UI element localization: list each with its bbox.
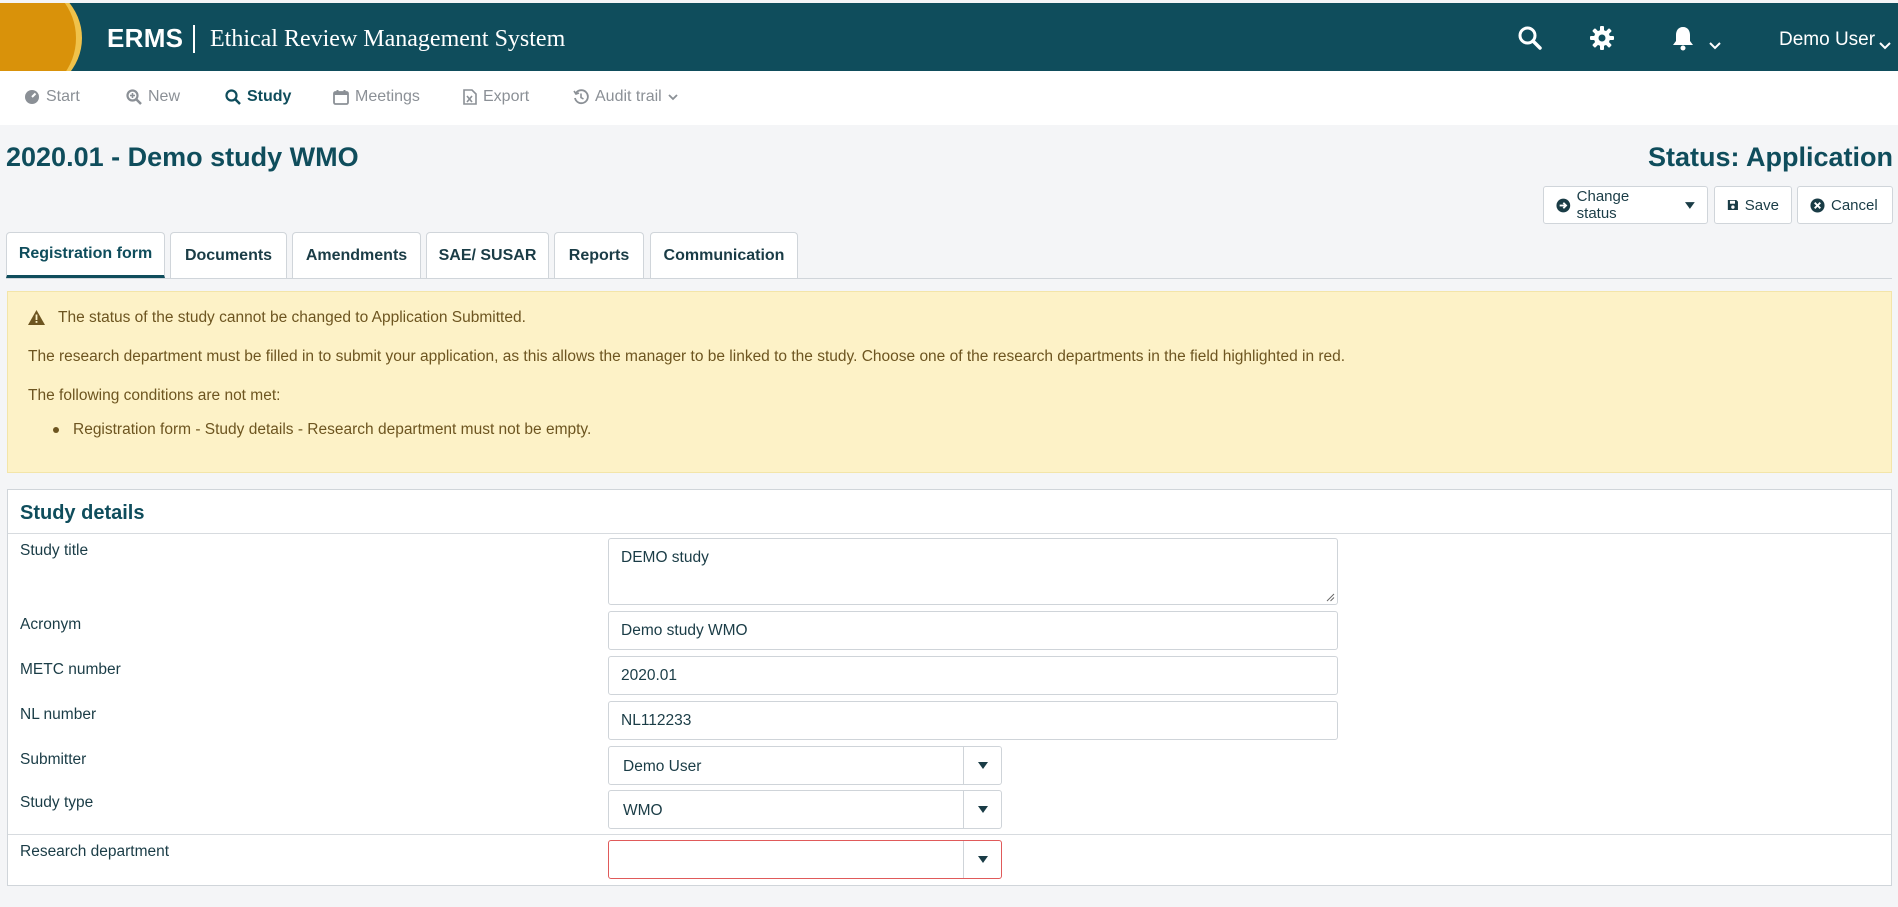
notifications-chevron-down-icon[interactable] [1709,37,1721,55]
excel-file-icon [463,89,477,105]
app-header: ERMS Ethical Review Management System De… [0,3,1898,71]
submitter-value: Demo User [623,758,702,775]
warning-alert: The status of the study cannot be change… [7,291,1892,473]
bell-icon[interactable] [1670,25,1698,53]
cancel-button[interactable]: Cancel [1797,186,1893,224]
brand-short[interactable]: ERMS [107,23,183,54]
arrow-circle-right-icon [1556,198,1571,212]
study-title-label: Study title [20,542,89,559]
save-label: Save [1744,196,1779,214]
history-icon [573,89,589,105]
caret-down-icon [1685,201,1695,209]
dashboard-icon [25,90,39,104]
change-status-button[interactable]: Change status [1543,186,1708,224]
dropdown-arrow-icon[interactable] [963,841,1001,878]
study-type-value: WMO [623,802,663,819]
study-title-value: DEMO study [621,549,709,566]
chevron-down-icon [668,93,678,100]
alert-condition-item: Registration form - Study details - Rese… [73,421,592,438]
section-title: Study details [20,502,145,524]
search-icon[interactable] [1517,25,1545,53]
study-status: Status: Application [1647,142,1893,172]
change-status-label: Change status [1576,188,1630,222]
brand-full-name: Ethical Review Management System [210,26,566,52]
nav-item-label: Export [483,88,530,105]
save-button[interactable]: Save [1714,186,1792,224]
alert-conditions-label: The following conditions are not met: [28,387,281,404]
floppy-disk-icon [1727,199,1738,211]
research-department-select[interactable] [608,840,1002,879]
brand-divider [193,25,195,53]
acronym-field[interactable]: Demo study WMO [608,611,1338,650]
gear-icon[interactable] [1589,25,1617,53]
page-title: 2020.01 - Demo study WMO [6,142,359,172]
study-title-field[interactable]: DEMO study [608,538,1338,605]
study-details-panel: Study details Study title DEMO study Acr… [7,489,1892,886]
section-divider [8,533,1891,534]
nav-item-new[interactable]: New [126,88,180,106]
nav-item-label: Audit trail [595,88,662,105]
tabs-divider [6,278,1892,279]
user-chevron-down-icon[interactable] [1879,37,1891,55]
section-divider [8,834,1891,835]
nav-item-meetings[interactable]: Meetings [333,88,420,106]
dropdown-arrow-icon[interactable] [963,791,1001,828]
study-type-select[interactable]: WMO [608,790,1002,829]
nl-number-field[interactable]: NL112233 [608,701,1338,740]
nl-number-label: NL number [20,706,97,723]
acronym-label: Acronym [20,616,82,633]
nav-item-study[interactable]: Study [225,88,291,106]
search-icon [225,89,241,105]
tab-documents[interactable]: Documents [170,232,287,278]
cancel-label: Cancel [1831,196,1878,214]
submitter-label: Submitter [20,751,87,768]
warning-icon [28,310,45,330]
metc-number-label: METC number [20,661,121,678]
research-department-label: Research department [20,843,170,860]
resize-grip-icon[interactable] [1326,593,1335,602]
nav-item-export[interactable]: Export [463,88,529,106]
tab-amendments[interactable]: Amendments [292,232,421,278]
user-menu[interactable]: Demo User [1779,29,1875,51]
submitter-select[interactable]: Demo User [608,746,1002,785]
alert-bullet [53,427,59,433]
metc-number-field[interactable]: 2020.01 [608,656,1338,695]
nav-item-label: New [148,88,181,105]
study-type-label: Study type [20,794,94,811]
nav-item-label: Study [247,88,292,105]
tab-reports[interactable]: Reports [554,232,644,278]
main-nav: Start New Study Meetings Export Audit tr… [0,71,1898,125]
calendar-icon [333,90,349,105]
nav-item-start[interactable]: Start [24,88,80,106]
tab-registration-form[interactable]: Registration form [6,232,165,278]
nav-item-label: Start [46,88,80,105]
search-plus-icon [126,89,142,105]
app-logo [0,3,82,71]
alert-body: The research department must be filled i… [28,348,1346,365]
alert-title: The status of the study cannot be change… [58,309,526,326]
dropdown-arrow-icon[interactable] [963,747,1001,784]
close-circle-icon [1810,197,1825,213]
nav-item-audit-trail[interactable]: Audit trail [573,88,678,106]
tab-communication[interactable]: Communication [650,232,798,278]
nav-item-label: Meetings [355,88,420,105]
tab-sae-susar[interactable]: SAE/ SUSAR [426,232,549,278]
